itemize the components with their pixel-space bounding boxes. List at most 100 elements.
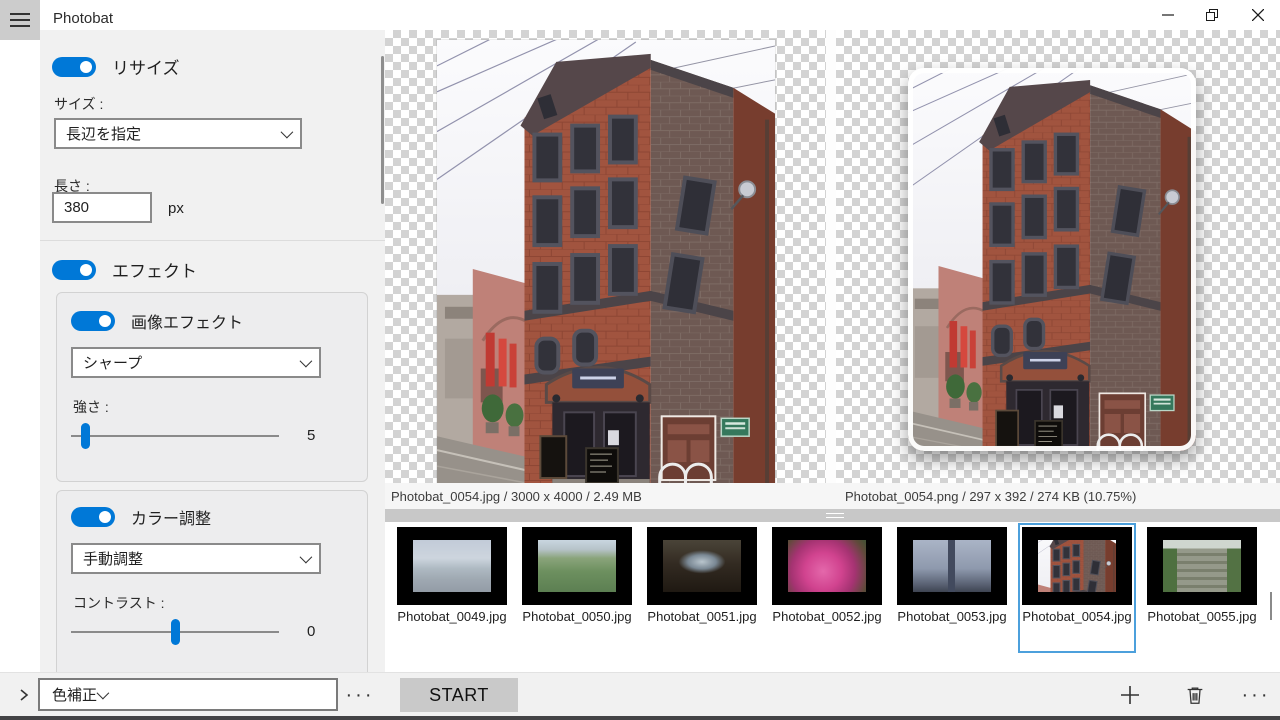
- filmstrip-scrollbar[interactable]: [1270, 592, 1272, 620]
- preview-area: [385, 30, 1280, 483]
- close-button[interactable]: [1235, 0, 1280, 30]
- color-mode-dropdown[interactable]: 手動調整: [71, 543, 321, 574]
- contrast-label: コントラスト :: [73, 595, 165, 611]
- color-adjust-toggle-row: カラー調整: [71, 505, 211, 529]
- thumbnail-item[interactable]: Photobat_0053.jpg: [895, 525, 1009, 651]
- contrast-slider-thumb[interactable]: [170, 618, 180, 645]
- horizontal-splitter[interactable]: [385, 509, 1280, 522]
- filmstrip: Photobat_0049.jpg Photobat_0050.jpg Phot…: [385, 522, 1280, 672]
- image-effect-label: 画像エフェクト: [131, 315, 244, 332]
- size-mode-value: 長辺を指定: [66, 126, 142, 143]
- thumbnail-label: Photobat_0054.jpg: [1022, 609, 1132, 624]
- trash-icon: [1187, 687, 1203, 704]
- effects-toggle-row: エフェクト: [52, 257, 197, 282]
- thumbnail-label: Photobat_0049.jpg: [397, 609, 507, 624]
- thumbnail-item[interactable]: Photobat_0051.jpg: [645, 525, 759, 651]
- original-preview-pane: [385, 30, 826, 483]
- thumbnail-image: [538, 540, 616, 592]
- contrast-slider-track[interactable]: [71, 618, 279, 645]
- close-icon: [1251, 9, 1264, 21]
- strength-value: 5: [307, 427, 316, 444]
- settings-scrollbar[interactable]: [381, 56, 384, 204]
- thumbnail-label: Photobat_0055.jpg: [1147, 609, 1257, 624]
- thumbnail-image: [913, 540, 991, 592]
- thumbnail-image: [788, 540, 866, 592]
- preset-value: 色補正: [52, 687, 98, 704]
- hamburger-icon: [10, 13, 30, 15]
- thumbnail-label: Photobat_0053.jpg: [897, 609, 1007, 624]
- effects-label: エフェクト: [112, 262, 197, 281]
- image-effect-toggle[interactable]: [71, 311, 115, 331]
- app-title: Photobat: [53, 10, 114, 27]
- image-effect-toggle-row: 画像エフェクト: [71, 309, 243, 333]
- processed-caption: Photobat_0054.png / 297 x 392 / 274 KB (…: [845, 488, 1137, 504]
- processed-preview-pane: [836, 30, 1280, 483]
- preset-more-button[interactable]: ···: [342, 673, 378, 717]
- thumbnail-item[interactable]: Photobat_0049.jpg: [395, 525, 509, 651]
- length-input[interactable]: 380: [52, 192, 152, 223]
- color-adjust-card: カラー調整 手動調整 コントラスト : 0 明るさ（明度） :: [56, 490, 368, 672]
- processed-photo-image: [908, 68, 1196, 451]
- thumbnail-image: [1038, 540, 1116, 592]
- size-mode-dropdown[interactable]: 長辺を指定: [54, 118, 302, 149]
- window-controls: [1145, 0, 1280, 30]
- minimize-button[interactable]: [1145, 0, 1190, 30]
- color-adjust-toggle[interactable]: [71, 507, 115, 527]
- thumbnail-item[interactable]: Photobat_0055.jpg: [1145, 525, 1259, 651]
- settings-panel: リサイズ サイズ : 長辺を指定 長さ : 380 px エフェクト 画像エフェ…: [40, 30, 385, 672]
- plus-icon: [1121, 686, 1139, 704]
- contrast-slider[interactable]: 0: [71, 618, 316, 645]
- left-rail: [0, 30, 40, 716]
- thumbnail-item[interactable]: Photobat_0050.jpg: [520, 525, 634, 651]
- preview-pane-divider: [826, 30, 836, 483]
- chevron-down-icon: [280, 125, 294, 139]
- resize-label: リサイズ: [112, 59, 180, 78]
- preset-dropdown[interactable]: 色補正: [38, 678, 338, 711]
- thumbnail-label: Photobat_0052.jpg: [772, 609, 882, 624]
- strength-label: 強さ :: [73, 399, 109, 415]
- original-photo: [437, 40, 775, 483]
- contrast-value: 0: [307, 623, 316, 640]
- chevron-down-icon: [96, 686, 110, 700]
- strength-slider-thumb[interactable]: [81, 422, 91, 449]
- hamburger-menu-button[interactable]: [0, 0, 40, 40]
- chevron-down-icon: [299, 354, 313, 368]
- caption-strip: Photobat_0054.jpg / 3000 x 4000 / 2.49 M…: [385, 483, 1280, 509]
- effects-toggle[interactable]: [52, 259, 96, 280]
- splitter-grip-icon: [826, 513, 844, 518]
- resize-toggle-row: リサイズ: [52, 54, 180, 79]
- image-effect-card: 画像エフェクト シャープ 強さ : 5: [56, 292, 368, 482]
- processed-photo: [908, 68, 1196, 451]
- strength-slider[interactable]: 5: [71, 422, 316, 449]
- restore-icon: [1206, 8, 1218, 21]
- expand-panel-button[interactable]: [14, 685, 34, 705]
- thumbnail-image: [663, 540, 741, 592]
- effect-type-value: シャープ: [83, 355, 143, 372]
- original-caption: Photobat_0054.jpg / 3000 x 4000 / 2.49 M…: [391, 488, 642, 504]
- more-options-button[interactable]: ···: [1238, 673, 1274, 717]
- length-unit: px: [168, 200, 184, 217]
- minimize-icon: [1161, 14, 1174, 16]
- title-bar: Photobat: [0, 0, 1280, 30]
- start-button[interactable]: START: [400, 678, 518, 712]
- add-files-button[interactable]: [1112, 679, 1148, 711]
- restore-button[interactable]: [1190, 0, 1235, 30]
- chevron-down-icon: [299, 550, 313, 564]
- thumbnail-item[interactable]: Photobat_0052.jpg: [770, 525, 884, 651]
- effect-type-dropdown[interactable]: シャープ: [71, 347, 321, 378]
- thumbnail-image: [1163, 540, 1241, 592]
- window-bottom-edge: [0, 716, 1280, 720]
- color-mode-value: 手動調整: [83, 551, 144, 568]
- length-value: 380: [64, 199, 90, 216]
- strength-slider-track[interactable]: [71, 422, 279, 449]
- filmstrip-items: Photobat_0049.jpg Photobat_0050.jpg Phot…: [395, 525, 1259, 651]
- thumbnail-item[interactable]: Photobat_0054.jpg: [1020, 525, 1134, 651]
- bottom-bar: 色補正 ··· START ···: [0, 672, 1280, 716]
- thumbnail-image: [413, 540, 491, 592]
- section-divider: [40, 240, 385, 241]
- color-adjust-label: カラー調整: [131, 511, 212, 528]
- thumbnail-label: Photobat_0050.jpg: [522, 609, 632, 624]
- chevron-right-icon: [20, 689, 29, 701]
- resize-toggle[interactable]: [52, 56, 96, 77]
- delete-button[interactable]: [1177, 679, 1213, 711]
